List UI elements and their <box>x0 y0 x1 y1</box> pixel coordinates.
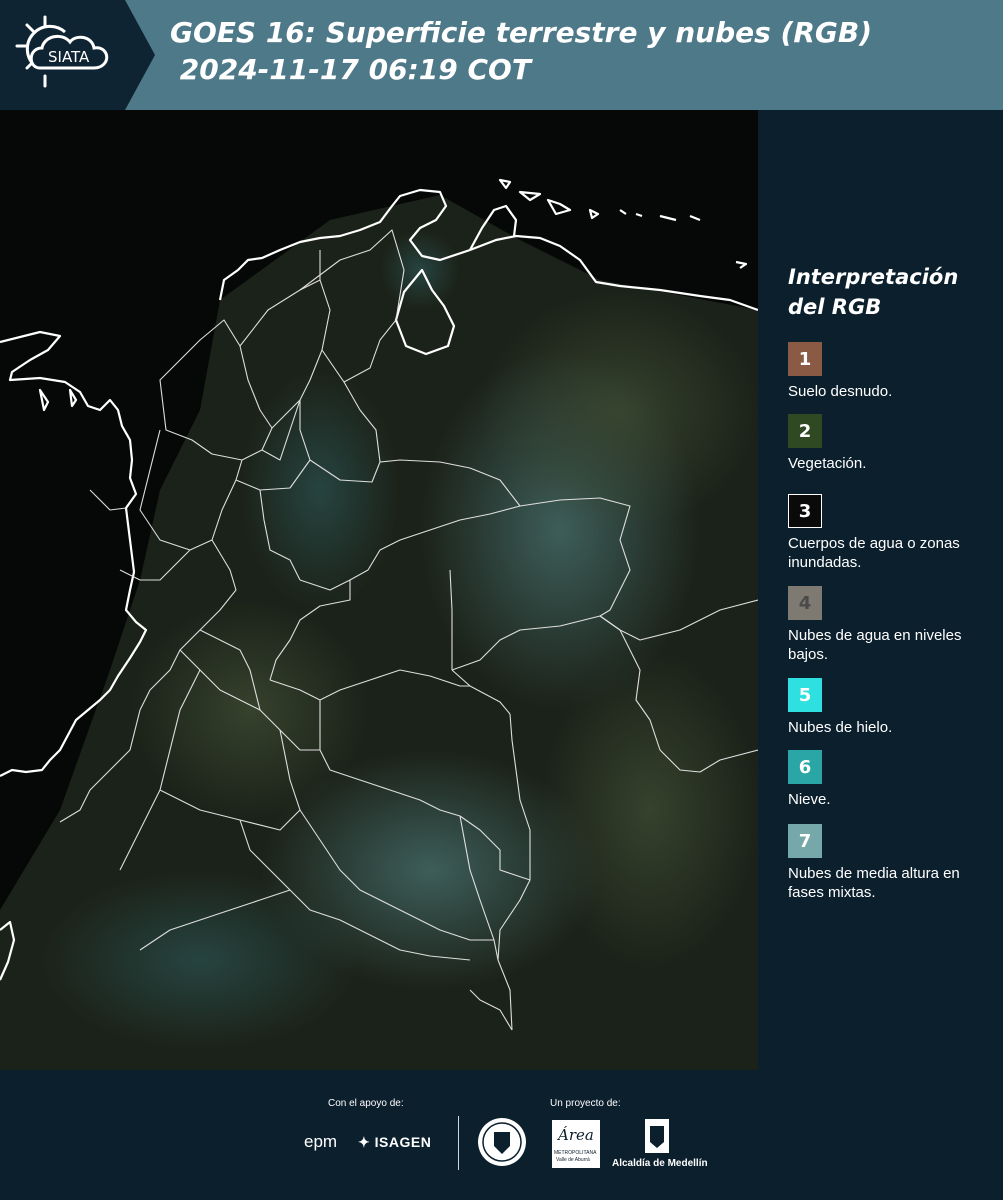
legend-item: 6 Nieve. <box>788 750 998 809</box>
legend-item: 5 Nubes de hielo. <box>788 678 998 737</box>
medellin-crest-icon <box>645 1119 669 1153</box>
project-label: Un proyecto de: <box>550 1098 621 1109</box>
footer-divider <box>458 1116 459 1170</box>
legend-label: Nubes de hielo. <box>788 719 893 736</box>
support-label: Con el apoyo de: <box>328 1098 404 1109</box>
legend-swatch: 6 <box>788 750 822 784</box>
isagen-icon: ✦ <box>358 1134 371 1150</box>
legend-item: 4 Nubes de agua en niveles bajos. <box>788 586 998 664</box>
legend-item: 3 Cuerpos de agua o zonas inundadas. <box>788 494 998 572</box>
legend-swatch: 3 <box>788 494 822 528</box>
legend-label: Nieve. <box>788 791 831 808</box>
legend-swatch: 4 <box>788 586 822 620</box>
legend-label: Cuerpos de agua o zonas inundadas. <box>788 535 960 571</box>
area-metropolitana-logo: Área METROPOLITANA Valle de Aburrá <box>552 1120 600 1168</box>
legend-label: Vegetación. <box>788 455 867 472</box>
title-line-1: GOES 16: Superficie terrestre y nubes (R… <box>170 16 873 49</box>
legend-item: 1 Suelo desnudo. <box>788 342 998 401</box>
rgb-legend: Interpretación del RGB 1 Suelo desnudo. 2 V… <box>760 110 1003 1070</box>
legend-item: 7 Nubes de media altura en fases mixtas. <box>788 824 998 902</box>
header-bar: SIATA GOES 16: Superficie terrestre y nu… <box>0 0 1003 110</box>
footer: Con el apoyo de: Un proyecto de: epm ✦ I… <box>0 1070 1003 1200</box>
legend-swatch: 2 <box>788 414 822 448</box>
title-line-2: 2024-11-17 06:19 COT <box>170 53 531 86</box>
satellite-map <box>0 110 758 1070</box>
legend-title: Interpretación del RGB <box>788 265 959 319</box>
alcaldia-label: Alcaldía de Medellín <box>612 1158 708 1169</box>
legend-label: Nubes de media altura en fases mixtas. <box>788 865 960 901</box>
logo-text: SIATA <box>48 48 90 66</box>
legend-label: Suelo desnudo. <box>788 383 893 400</box>
legend-swatch: 1 <box>788 342 822 376</box>
legend-label: Nubes de agua en niveles bajos. <box>788 627 962 663</box>
epm-logo: epm <box>304 1132 338 1151</box>
legend-swatch: 7 <box>788 824 822 858</box>
page-title: GOES 16: Superficie terrestre y nubes (R… <box>170 14 872 88</box>
isagen-logo: ✦ ISAGEN <box>358 1134 432 1150</box>
siata-logo: SIATA <box>0 0 155 110</box>
university-seal <box>478 1118 526 1166</box>
legend-swatch: 5 <box>788 678 822 712</box>
legend-item: 2 Vegetación. <box>788 414 998 473</box>
